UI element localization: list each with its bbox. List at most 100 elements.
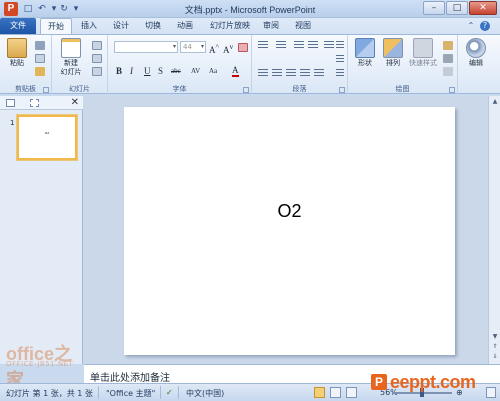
align-text-icon[interactable] — [336, 55, 344, 63]
fit-to-window-icon[interactable] — [486, 387, 496, 398]
window-title: 文档.pptx - Microsoft PowerPoint — [184, 5, 316, 15]
text-direction-icon[interactable] — [336, 41, 344, 49]
tab-insert[interactable]: 插入 — [78, 18, 100, 34]
eeppt-logo-icon: P — [371, 374, 387, 390]
char-spacing-button[interactable]: AV — [191, 66, 200, 76]
shapes-button[interactable]: 形状 — [352, 38, 378, 68]
tab-view[interactable]: 视图 — [292, 18, 314, 34]
vertical-scrollbar[interactable]: ▲ ▼ ⇑ ⇓ — [488, 96, 500, 364]
minimize-button[interactable]: – — [423, 1, 445, 15]
cut-icon[interactable] — [35, 41, 45, 50]
status-divider — [98, 386, 99, 399]
numbering-icon[interactable] — [276, 41, 286, 49]
editing-button[interactable]: 编辑 — [462, 38, 490, 68]
slide-thumbnail-panel: ✕ 1 O2 office之家 OFFICE-JB51.NET — [0, 96, 83, 390]
tab-review[interactable]: 审阅 — [260, 18, 282, 34]
powerpoint-logo-icon[interactable]: P — [4, 2, 18, 16]
paste-button[interactable]: 粘贴 — [4, 38, 30, 68]
change-case-button[interactable]: Aa — [209, 66, 217, 76]
tab-home[interactable]: 开始 — [40, 18, 72, 34]
arrange-button[interactable]: 排列 — [380, 38, 406, 68]
underline-button[interactable]: U — [144, 66, 151, 76]
office-home-watermark-sub: OFFICE-JB51.NET — [6, 360, 74, 368]
slide-sorter-view-icon[interactable] — [330, 387, 341, 398]
tab-design[interactable]: 设计 — [110, 18, 132, 34]
paste-icon — [7, 38, 27, 58]
justify-icon[interactable] — [300, 69, 310, 77]
new-slide-label-1: 新建 — [64, 59, 78, 67]
close-button[interactable]: ✕ — [469, 1, 497, 15]
notes-placeholder: 单击此处添加备注 — [90, 373, 170, 384]
title-bar: P □ ↶ ▾ ↻ ▾ 文档.pptx - Microsoft PowerPoi… — [0, 0, 500, 18]
redo-icon[interactable]: ↻ — [58, 3, 70, 15]
previous-slide-icon[interactable]: ⇑ — [490, 342, 500, 352]
font-launcher-icon[interactable] — [243, 87, 249, 93]
align-right-icon[interactable] — [286, 69, 296, 77]
maximize-button[interactable]: □ — [446, 1, 468, 15]
spellcheck-icon[interactable]: ✓ — [166, 388, 173, 397]
clipboard-group: 粘贴 剪贴板 — [0, 35, 52, 95]
scroll-down-icon[interactable]: ▼ — [490, 332, 500, 342]
quick-styles-button[interactable]: 快速样式 — [406, 38, 440, 68]
close-panel-icon[interactable]: ✕ — [71, 96, 79, 110]
font-group: ▾ 44 ▾ A^ Av B I U S abc AV Aa A 字体 — [108, 35, 252, 95]
normal-view-icon[interactable] — [314, 387, 325, 398]
customize-qat-icon[interactable]: ▾ — [70, 3, 82, 15]
decrease-indent-icon[interactable] — [294, 41, 304, 49]
shape-fill-icon[interactable] — [443, 41, 453, 50]
slide-canvas[interactable]: O2 — [124, 107, 455, 355]
increase-indent-icon[interactable] — [308, 41, 318, 49]
paragraph-launcher-icon[interactable] — [339, 87, 345, 93]
tab-transitions[interactable]: 切换 — [142, 18, 164, 34]
tab-animations[interactable]: 动画 — [174, 18, 196, 34]
section-icon[interactable] — [92, 67, 102, 76]
font-name-combo[interactable]: ▾ — [114, 41, 178, 53]
slide-text-box[interactable]: O2 — [124, 201, 455, 222]
align-left-icon[interactable] — [258, 69, 268, 77]
save-icon[interactable]: □ — [22, 3, 34, 15]
font-color-button[interactable]: A — [232, 65, 239, 77]
shadow-button[interactable]: S — [158, 66, 163, 76]
italic-button[interactable]: I — [130, 66, 133, 76]
reading-view-icon[interactable] — [346, 387, 357, 398]
font-group-label: 字体 — [172, 85, 187, 93]
minimize-ribbon-icon[interactable]: ⌃ — [466, 21, 476, 31]
new-slide-icon — [61, 38, 81, 58]
tab-file[interactable]: 文件 — [0, 18, 36, 34]
editing-group: 编辑 — [458, 35, 494, 95]
outline-tab-icon[interactable] — [30, 99, 39, 107]
columns-icon[interactable] — [314, 69, 324, 77]
layout-icon[interactable] — [92, 41, 102, 50]
quick-styles-icon — [413, 38, 433, 58]
reset-icon[interactable] — [92, 54, 102, 63]
help-icon[interactable]: ? — [480, 21, 490, 31]
font-size-combo[interactable]: 44 ▾ — [180, 41, 206, 53]
shape-outline-icon[interactable] — [443, 54, 453, 63]
smartart-icon[interactable] — [336, 69, 344, 77]
shape-effects-icon[interactable] — [443, 67, 453, 76]
copy-icon[interactable] — [35, 54, 45, 63]
tab-slideshow[interactable]: 幻灯片放映 — [206, 18, 254, 34]
bullets-icon[interactable] — [258, 41, 268, 49]
line-spacing-icon[interactable] — [324, 41, 334, 49]
grow-font-icon[interactable]: A^ — [209, 42, 219, 55]
next-slide-icon[interactable]: ⇓ — [490, 352, 500, 362]
strikethrough-button[interactable]: abc — [171, 66, 181, 76]
format-painter-icon[interactable] — [35, 67, 45, 76]
bold-button[interactable]: B — [116, 66, 122, 76]
scroll-up-icon[interactable]: ▲ — [490, 97, 500, 107]
align-center-icon[interactable] — [272, 69, 282, 77]
drawing-launcher-icon[interactable] — [449, 87, 455, 93]
theme-status[interactable]: "Office 主题" — [106, 388, 155, 399]
shapes-icon — [355, 38, 375, 58]
slide-thumbnail[interactable]: O2 — [17, 115, 77, 160]
new-slide-button[interactable]: 新建 幻灯片 — [56, 38, 86, 77]
clipboard-launcher-icon[interactable] — [43, 87, 49, 93]
undo-icon[interactable]: ↶ — [36, 3, 48, 15]
shrink-font-icon[interactable]: Av — [223, 42, 233, 55]
eeppt-watermark: eeppt.com — [390, 372, 476, 392]
paragraph-group-label: 段落 — [292, 85, 307, 93]
clear-formatting-icon[interactable] — [238, 43, 248, 52]
language-status[interactable]: 中文(中国) — [186, 388, 224, 399]
slides-tab-icon[interactable] — [6, 99, 15, 107]
